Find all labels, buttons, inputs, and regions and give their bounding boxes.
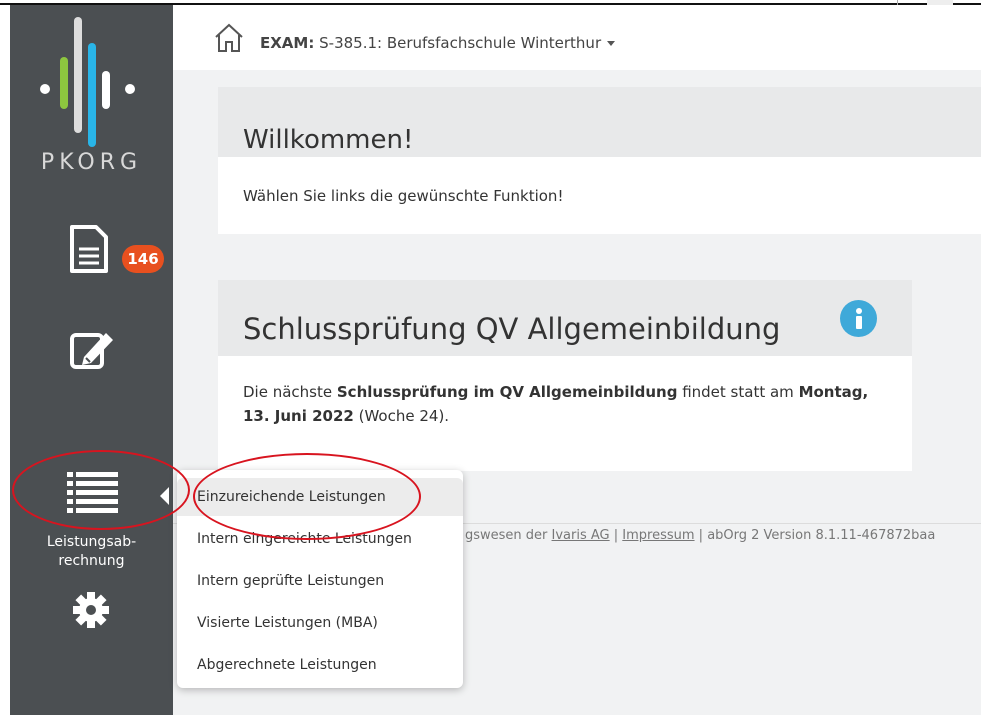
info-text-1: Die nächste	[243, 383, 337, 401]
nav-settings[interactable]	[10, 590, 173, 634]
home-button[interactable]	[213, 23, 245, 57]
info-text-bold-1: Schlussprüfung im QV Allgemeinbildung	[336, 383, 678, 401]
annotation-oval-menu	[193, 453, 421, 540]
menu-item-abgerechnet[interactable]: Abgerechnete Leistungen	[177, 646, 463, 684]
logo-mark	[40, 17, 135, 147]
nav-edit[interactable]	[10, 325, 173, 379]
info-card: Schlussprüfung QV Allgemeinbildung Die n…	[218, 280, 912, 471]
welcome-title: Willkommen!	[243, 125, 414, 155]
chevron-down-icon	[607, 41, 616, 46]
home-icon	[215, 23, 243, 52]
footer-sep: |	[609, 528, 623, 543]
window-left-edge	[0, 5, 10, 715]
footer: gswesen der Ivaris AG | Impressum | abOr…	[465, 528, 935, 543]
info-icon	[840, 300, 877, 337]
info-title: Schlussprüfung QV Allgemeinbildung	[243, 312, 781, 346]
info-text-2: findet statt am	[677, 383, 799, 401]
topbar: EXAM: S-385.1: Berufsfachschule Winterth…	[173, 5, 981, 71]
menu-item-intern-geprueft[interactable]: Intern geprüfte Leistungen	[177, 562, 463, 600]
footer-version: | abOrg 2 Version 8.1.11-467872baa	[694, 528, 936, 543]
nav-label-line1: Leistungsab-	[46, 534, 137, 550]
welcome-card: Willkommen! Wählen Sie links die gewünsc…	[218, 87, 981, 234]
footer-link-ivaris[interactable]: Ivaris AG	[552, 528, 610, 543]
edit-icon	[70, 333, 113, 369]
menu-item-visiert[interactable]: Visierte Leistungen (MBA)	[177, 604, 463, 642]
exam-prefix: EXAM:	[260, 34, 315, 52]
info-text: Die nächste Schlussprüfung im QV Allgeme…	[243, 380, 893, 428]
exam-value: S-385.1: Berufsfachschule Winterthur	[319, 34, 602, 52]
annotation-oval-sidebar	[12, 450, 190, 530]
exam-selector[interactable]: EXAM: S-385.1: Berufsfachschule Winterth…	[260, 34, 616, 52]
nav-label-line2: rechnung	[58, 553, 125, 569]
sidebar: PKORG 146 Leistungsab- rechnung	[10, 5, 173, 715]
footer-text-1: gswesen der	[465, 528, 552, 543]
gear-icon	[73, 592, 109, 628]
welcome-text: Wählen Sie links die gewünschte Funktion…	[243, 187, 564, 205]
logo-text: PKORG	[40, 150, 143, 175]
info-text-3: (Woche 24).	[353, 407, 450, 425]
nav-label-leistungsabrechnung[interactable]: Leistungsab- rechnung	[10, 533, 173, 571]
footer-link-impressum[interactable]: Impressum	[622, 528, 694, 543]
count-badge: 146	[122, 245, 164, 273]
